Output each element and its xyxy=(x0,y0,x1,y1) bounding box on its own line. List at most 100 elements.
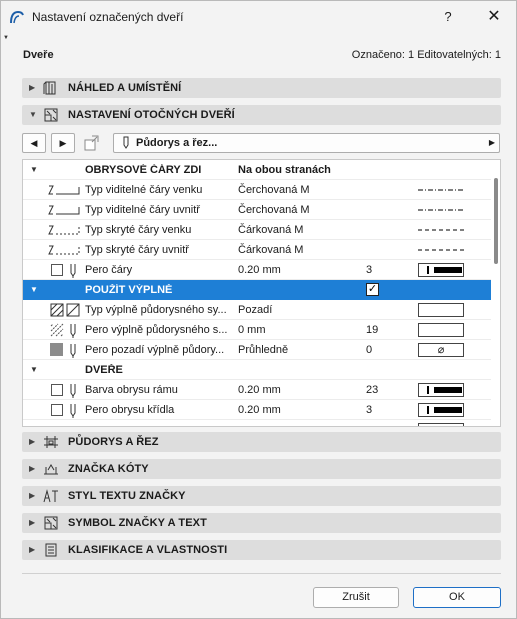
section-classification-properties[interactable]: ▶ KLASIFIKACE A VLASTNOSTI xyxy=(22,540,501,560)
next-page-button[interactable]: ▶ xyxy=(51,133,75,153)
line-type-preview xyxy=(418,229,464,231)
page-dropdown[interactable]: Půdorys a řez... ▶ xyxy=(113,133,500,153)
expand-arrow-icon: ▶ xyxy=(29,518,36,527)
pen-number[interactable]: 0 xyxy=(366,344,372,356)
section-label: ZNAČKA KÓTY xyxy=(68,463,149,475)
section-floor-plan-section[interactable]: ▶ PŮDORYS A ŘEZ xyxy=(22,432,501,452)
use-fills-checkbox[interactable]: ✓ xyxy=(366,283,379,296)
table-row[interactable]: Typ viditelné čáry uvnitř Čerchovaná M xyxy=(23,200,491,220)
page-list-icon[interactable] xyxy=(83,135,101,151)
table-row[interactable]: Pero čáry 0.20 mm 3 xyxy=(23,260,491,280)
pen-preview[interactable] xyxy=(418,323,464,337)
pen-number[interactable]: 23 xyxy=(366,384,378,396)
collapse-arrow-icon: ▼ xyxy=(30,165,38,174)
pen-icon xyxy=(70,404,76,418)
row-value[interactable]: Čárkovaná M xyxy=(238,244,303,256)
floor-plan-icon xyxy=(44,436,58,448)
section-label: NASTAVENÍ OTOČNÝCH DVEŘÍ xyxy=(68,109,235,121)
line-type-preview xyxy=(418,189,464,191)
pen-number[interactable]: 3 xyxy=(366,404,372,416)
table-row[interactable]: Pero pozadí výplně půdory... Průhledně 0… xyxy=(23,340,491,360)
pen-preview[interactable] xyxy=(418,403,464,417)
expand-arrow-icon: ▶ xyxy=(29,464,36,473)
checkbox-square-icon xyxy=(51,384,63,396)
row-value[interactable]: Čerchovaná M xyxy=(238,184,310,196)
row-value[interactable]: Na obou stranách xyxy=(238,164,331,176)
row-value[interactable]: Čerchovaná M xyxy=(238,204,310,216)
table-group-row[interactable]: ▼ OBRYSOVÉ ČÁRY ZDI Na obou stranách xyxy=(23,160,491,180)
row-value[interactable]: 0 mm xyxy=(238,324,266,336)
door-preview-icon xyxy=(43,81,56,95)
table-scrollbar[interactable] xyxy=(494,178,498,264)
table-row[interactable]: Pero výplně půdorysného s... 0 mm 19 xyxy=(23,320,491,340)
element-type-label: Dveře xyxy=(23,49,54,61)
row-value[interactable]: Pozadí xyxy=(238,304,272,316)
dropdown-label: Půdorys a řez... xyxy=(136,137,218,149)
pen-preview[interactable] xyxy=(418,423,464,426)
cancel-button[interactable]: Zrušit xyxy=(313,587,399,608)
table-group-row[interactable]: ▼ DVEŘE xyxy=(23,360,491,380)
expand-arrow-icon: ▶ xyxy=(29,83,36,92)
fill-preview[interactable] xyxy=(418,303,464,317)
section-marker-text-style[interactable]: ▶ STYL TEXTU ZNAČKY xyxy=(22,486,501,506)
pen-preview[interactable] xyxy=(418,263,464,277)
previous-page-button[interactable]: ◀ xyxy=(22,133,46,153)
row-value[interactable]: Čárkovaná M xyxy=(238,224,303,236)
table-row-partial[interactable] xyxy=(23,420,491,426)
table-row[interactable]: Typ skryté čáry venku Čárkovaná M xyxy=(23,220,491,240)
section-preview-placement[interactable]: ▶ NÁHLED A UMÍSTĚNÍ xyxy=(22,78,501,98)
fill-type-icon xyxy=(50,303,80,317)
classification-icon xyxy=(45,543,57,557)
table-group-row-selected[interactable]: ▼ POUŽÍT VÝPLNĚ ✓ xyxy=(23,280,491,300)
collapse-arrow-icon: ▼ xyxy=(30,365,38,374)
table-row[interactable]: Typ výplně půdorysného sy... Pozadí xyxy=(23,300,491,320)
transparent-preview[interactable]: ⌀ xyxy=(418,343,464,357)
marker-symbol-icon xyxy=(44,516,58,530)
hidden-line-outside-icon xyxy=(48,225,80,235)
expand-arrow-icon: ▶ xyxy=(29,545,36,554)
hatch-fill-icon xyxy=(50,323,64,337)
row-name: Typ výplně půdorysného sy... xyxy=(85,304,227,316)
table-row[interactable]: Typ skryté čáry uvnitř Čárkovaná M xyxy=(23,240,491,260)
row-name: Typ skryté čáry venku xyxy=(85,224,192,236)
dimension-marker-icon xyxy=(44,464,58,475)
pen-preview[interactable] xyxy=(418,383,464,397)
help-button[interactable]: ? xyxy=(433,5,463,29)
title-bar: Nastavení označených dveří ? ✕ xyxy=(1,1,516,33)
pen-icon xyxy=(70,264,76,278)
row-value[interactable]: Průhledně xyxy=(238,344,288,356)
row-name: Pero obrysu křídla xyxy=(85,404,175,416)
background-fill-icon xyxy=(50,343,63,356)
section-marker-symbol-text[interactable]: ▶ SYMBOL ZNAČKY A TEXT xyxy=(22,513,501,533)
ok-button[interactable]: OK xyxy=(413,587,501,608)
dropdown-arrow-icon: ▶ xyxy=(488,138,495,147)
settings-toolbar: ◀ ▶ Půdorys a řez... ▶ xyxy=(22,132,501,154)
resize-marker-icon: ▼ xyxy=(3,35,9,41)
row-name: Pero pozadí výplně půdory... xyxy=(85,344,225,356)
text-style-icon xyxy=(43,489,58,503)
pen-number[interactable]: 3 xyxy=(366,264,372,276)
pen-number[interactable]: 19 xyxy=(366,324,378,336)
selection-count-label: Označeno: 1 Editovatelných: 1 xyxy=(351,49,501,61)
section-swing-door-settings[interactable]: ▼ NASTAVENÍ OTOČNÝCH DVEŘÍ xyxy=(22,105,501,125)
row-value[interactable]: 0.20 mm xyxy=(238,264,281,276)
window-title: Nastavení označených dveří xyxy=(32,10,184,24)
footer-separator xyxy=(22,573,501,574)
transparent-icon: ⌀ xyxy=(437,344,445,356)
section-dimension-marker[interactable]: ▶ ZNAČKA KÓTY xyxy=(22,459,501,479)
section-label: PŮDORYS A ŘEZ xyxy=(68,436,159,448)
door-settings-icon xyxy=(44,108,58,122)
row-name: Typ viditelné čáry venku xyxy=(85,184,203,196)
expand-arrow-icon: ▶ xyxy=(29,491,36,500)
row-name: DVEŘE xyxy=(85,364,123,376)
section-label: SYMBOL ZNAČKY A TEXT xyxy=(68,517,207,529)
table-row[interactable]: Typ viditelné čáry venku Čerchovaná M xyxy=(23,180,491,200)
checkbox-square-icon xyxy=(51,404,63,416)
row-name: OBRYSOVÉ ČÁRY ZDI xyxy=(85,164,202,176)
row-value[interactable]: 0.20 mm xyxy=(238,404,281,416)
table-row[interactable]: Barva obrysu rámu 0.20 mm 23 xyxy=(23,380,491,400)
close-button[interactable]: ✕ xyxy=(479,5,509,29)
table-row[interactable]: Pero obrysu křídla 0.20 mm 3 xyxy=(23,400,491,420)
row-name: Pero výplně půdorysného s... xyxy=(85,324,228,336)
row-value[interactable]: 0.20 mm xyxy=(238,384,281,396)
